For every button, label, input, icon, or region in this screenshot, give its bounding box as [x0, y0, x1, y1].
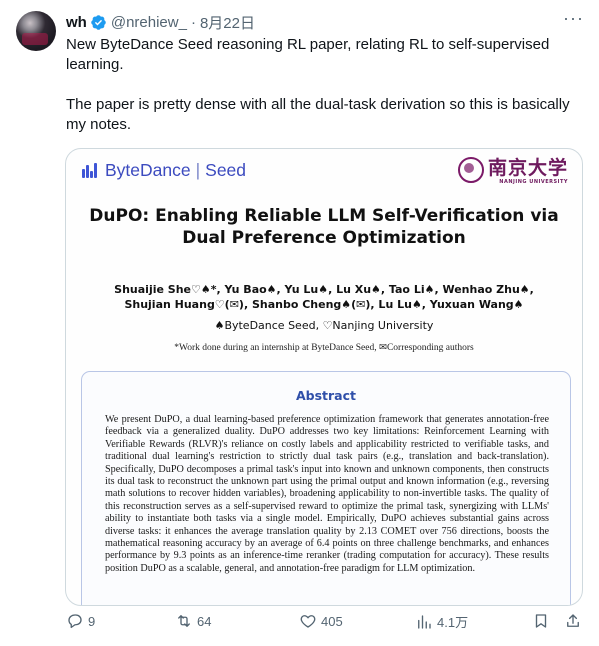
- nju-subtitle: NANJING UNIVERSITY: [499, 179, 568, 185]
- nanjing-university-logo: 南京大学 NANJING UNIVERSITY: [457, 157, 568, 185]
- share-button[interactable]: [564, 612, 582, 630]
- paper-affiliations: ♠ByteDance Seed, ♡Nanjing University: [214, 319, 434, 332]
- tweet-paragraph: The paper is pretty dense with all the d…: [66, 96, 570, 133]
- views-button[interactable]: 4.1万: [415, 612, 468, 631]
- views-count: 4.1万: [437, 615, 469, 630]
- views-icon: [418, 614, 431, 629]
- like-button[interactable]: 405: [299, 612, 343, 630]
- authors-line: Shujian Huang♡(✉), Shanbo Cheng♠(✉), Lu …: [124, 298, 524, 311]
- attached-image[interactable]: ByteDance | Seed 南京大学 NANJING UNIVERSITY…: [65, 148, 583, 606]
- paper-authors: Shuaijie She♡♠*, Yu Bao♠, Yu Lu♠, Lu Xu♠…: [66, 282, 582, 312]
- avatar[interactable]: [16, 11, 56, 51]
- bookmark-button[interactable]: [532, 612, 550, 630]
- share-icon: [567, 614, 579, 627]
- brand-separator: |: [195, 160, 201, 180]
- tweet-text: New ByteDance Seed reasoning RL paper, r…: [66, 35, 581, 155]
- bytedance-seed-logo: ByteDance | Seed: [82, 160, 246, 181]
- paper-title: DuPO: Enabling Reliable LLM Self-Verific…: [89, 206, 559, 248]
- bytedance-logo-icon: [82, 163, 99, 178]
- abstract-title: Abstract: [295, 388, 357, 403]
- paper-screenshot: ByteDance | Seed 南京大学 NANJING UNIVERSITY…: [66, 149, 582, 605]
- like-count: 405: [321, 613, 343, 629]
- nju-seal-icon: [457, 157, 484, 183]
- abstract-box: Abstract We present DuPO, a dual learnin…: [81, 371, 571, 605]
- nju-name: 南京大学: [487, 157, 568, 179]
- abstract-text: We present DuPO, a dual learning-based p…: [105, 414, 549, 574]
- reply-count: 9: [88, 613, 96, 629]
- like-icon: [300, 615, 316, 628]
- tweet-paragraph: New ByteDance Seed reasoning RL paper, r…: [66, 36, 550, 73]
- tweet-date[interactable]: 8月22日: [200, 12, 255, 33]
- reply-button[interactable]: 9: [66, 612, 95, 630]
- verified-badge-icon: [91, 14, 106, 30]
- authors-line: Shuaijie She♡♠*, Yu Bao♠, Yu Lu♠, Lu Xu♠…: [114, 283, 534, 296]
- display-name[interactable]: wh: [66, 14, 87, 31]
- more-icon[interactable]: ···: [563, 9, 583, 32]
- action-bar: 9 64 405 4.1万: [66, 612, 586, 634]
- separator-dot: ·: [190, 13, 196, 31]
- paper-footnote: *Work done during an internship at ByteD…: [174, 343, 474, 353]
- brand-seed: Seed: [205, 160, 247, 180]
- tweet-header: wh @nrehiew_ · 8月22日: [66, 12, 255, 32]
- repost-button[interactable]: 64: [175, 612, 211, 630]
- repost-count: 64: [197, 613, 212, 629]
- brand-name: ByteDance: [105, 160, 191, 180]
- repost-icon: [178, 615, 190, 627]
- bookmark-icon: [535, 614, 547, 628]
- handle[interactable]: @nrehiew_: [111, 14, 187, 31]
- reply-icon: [68, 614, 82, 629]
